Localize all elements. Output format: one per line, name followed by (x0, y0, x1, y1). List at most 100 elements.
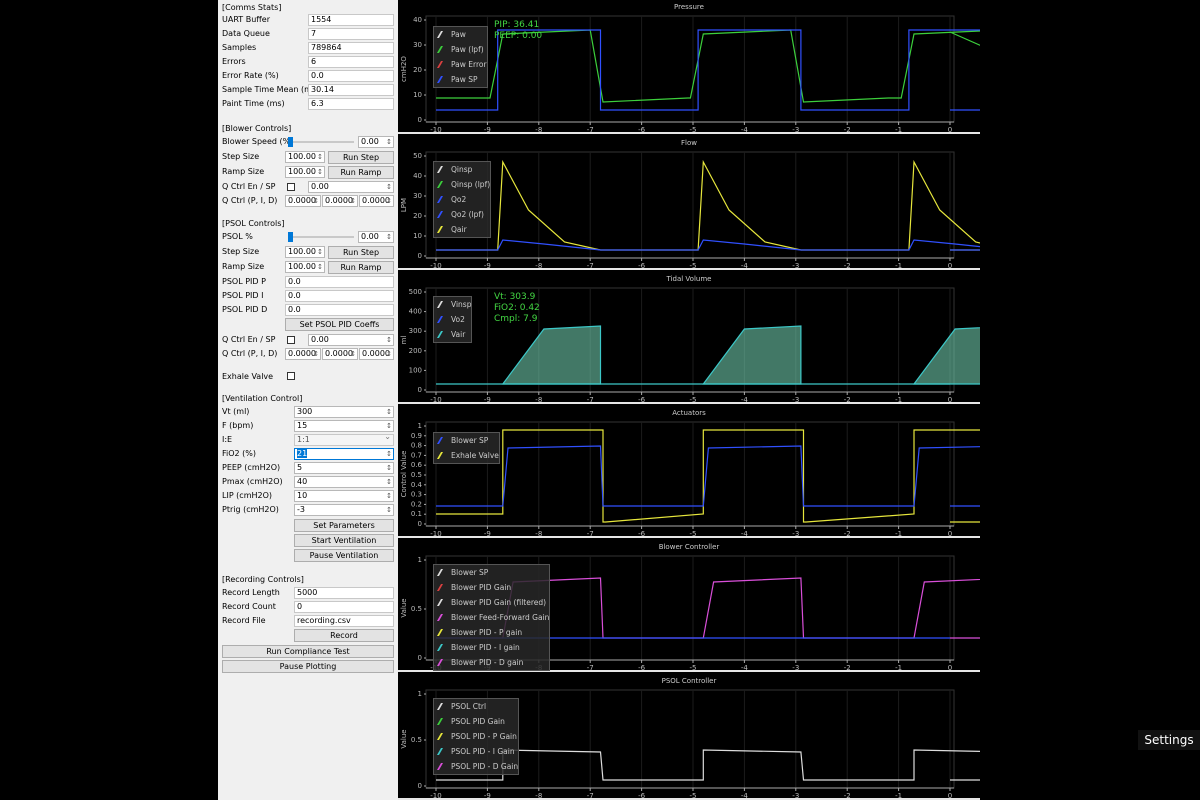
plot-tidal-volume[interactable]: Tidal Volume -10 -9 -8 -7 -6 -5 -4 -3 -2 -1 0 500 400… (398, 272, 980, 404)
legend-item: Blower SP (434, 433, 499, 448)
psol-pid-p-label: PSOL PID P (222, 277, 266, 286)
x-tick-label: -5 (690, 396, 697, 404)
plot-frame (425, 151, 955, 259)
legend-label: Qair (451, 225, 467, 234)
data-queue-field[interactable]: 7 (308, 28, 394, 40)
legend-label: Paw Error (451, 60, 487, 69)
blower-qctrl-sp-spinbox[interactable]: 0.00 (308, 181, 394, 193)
legend-swatch-icon (436, 226, 449, 233)
psol-pid-p-field[interactable]: 0.0 (285, 276, 394, 288)
record-length-field[interactable]: 5000 (294, 587, 394, 599)
run-compliance-test-button[interactable]: Run Compliance Test (222, 645, 394, 658)
psol-qctrl-sp-spinbox[interactable]: 0.00 (308, 334, 394, 346)
plot-legend: Blower SP Blower PID Gain Blower PID Gain … (433, 564, 551, 671)
psol-run-step-button[interactable]: Run Step (328, 246, 394, 259)
psol-spinbox[interactable]: 0.00 (358, 231, 394, 243)
plot-canvas[interactable]: -10 -9 -8 -7 -6 -5 -4 -3 -2 -1 010.90.80.70.60.50.… (398, 406, 980, 538)
pmax-spinbox[interactable]: 40 (294, 476, 394, 488)
y-tick-label: 10 (413, 91, 422, 99)
psol-pid-i-field[interactable]: 0.0 (285, 290, 394, 302)
set-psol-pid-coeffs-button[interactable]: Set PSOL PID Coeffs (285, 318, 394, 331)
x-tick-label: -1 (895, 262, 902, 270)
blower-step-size-spinbox[interactable]: 100.00 (285, 151, 325, 163)
plot-flow[interactable]: Flow -10 -9 -8 -7 -6 -5 -4 -3 -2 -1 0 50 40 30 20 10 0 LPM… (398, 136, 980, 270)
plot-pressure[interactable]: Pressure -10 -9 -8 -7 -6 -5 -4 -3 -2 -1 0 40 30 20 10 0 c… (398, 0, 980, 134)
blower-ramp-size-spinbox[interactable]: 100.00 (285, 166, 325, 178)
blower-qpid-p-spinbox[interactable]: 0.0000 (285, 195, 321, 207)
legend-label: Blower SP (451, 568, 489, 577)
blower-run-ramp-button[interactable]: Run Ramp (328, 166, 394, 179)
x-tick-label: -2 (844, 262, 851, 270)
lip-spinbox[interactable]: 10 (294, 490, 394, 502)
legend-swatch-icon (436, 584, 449, 591)
x-tick-label: -2 (844, 396, 851, 404)
x-tick-label: -7 (587, 126, 594, 134)
fio2-spinbox[interactable]: 21 (294, 448, 394, 460)
x-tick-label: 0 (948, 262, 952, 270)
y-axis-label: Value (400, 729, 408, 748)
paint-time-field[interactable]: 6.3 (308, 98, 394, 110)
psol-pid-d-label: PSOL PID D (222, 305, 268, 314)
blower-speed-slider-handle[interactable] (288, 137, 293, 147)
set-parameters-button[interactable]: Set Parameters (294, 519, 394, 532)
settings-button[interactable]: Settings (1138, 730, 1200, 750)
legend-swatch-icon (436, 569, 449, 576)
sample-time-label: Sample Time Mean (ms) (222, 85, 320, 94)
control-panel: [Comms Stats] UART Buffer 1554 Data Queu… (218, 0, 398, 800)
error-rate-field[interactable]: 0.0 (308, 70, 394, 82)
record-count-field[interactable]: 0 (294, 601, 394, 613)
psol-qctrl-enable-checkbox[interactable] (287, 336, 295, 344)
psol-pid-d-field[interactable]: 0.0 (285, 304, 394, 316)
blower-qpid-d-spinbox[interactable]: 0.0000 (359, 195, 394, 207)
ie-combobox[interactable]: 1:1 (294, 432, 394, 446)
legend-swatch-icon (436, 331, 449, 338)
vt-spinbox[interactable]: 300 (294, 406, 394, 418)
plot-actuators[interactable]: Actuators -10 -9 -8 -7 -6 -5 -4 -3 -2 -1 0 1 0.9 0.8 0.… (398, 406, 980, 538)
ptrig-spinbox[interactable]: -3 (294, 504, 394, 516)
ptrig-label: Ptrig (cmH2O) (222, 505, 279, 514)
pause-plotting-button[interactable]: Pause Plotting (222, 660, 394, 673)
f-spinbox[interactable]: 15 (294, 420, 394, 432)
paint-time-label: Paint Time (ms) (222, 99, 285, 108)
exhale-valve-checkbox[interactable] (287, 372, 295, 380)
legend-swatch-icon (436, 76, 449, 83)
blower-run-step-button[interactable]: Run Step (328, 151, 394, 164)
blower-speed-slider[interactable] (288, 136, 354, 148)
blower-speed-spinbox[interactable]: 0.00 (358, 136, 394, 148)
x-tick-label: -10 (430, 396, 441, 404)
psol-slider[interactable] (288, 231, 354, 243)
pause-ventilation-button[interactable]: Pause Ventilation (294, 549, 394, 562)
errors-field[interactable]: 6 (308, 56, 394, 68)
plot-blower-controller[interactable]: Blower Controller-10-9-8-7-6-5-4-3-2-101… (398, 540, 980, 672)
psol-step-size-spinbox[interactable]: 100.00 (285, 246, 325, 258)
legend-swatch-icon (436, 46, 449, 53)
x-tick-label: -5 (690, 126, 697, 134)
record-button[interactable]: Record (294, 629, 394, 642)
errors-label: Errors (222, 57, 246, 66)
x-tick-label: -7 (587, 396, 594, 404)
start-ventilation-button[interactable]: Start Ventilation (294, 534, 394, 547)
uart-buffer-field[interactable]: 1554 (308, 14, 394, 26)
psol-ramp-size-spinbox[interactable]: 100.00 (285, 261, 325, 273)
sample-time-field[interactable]: 30.14 (308, 84, 394, 96)
y-tick-label: 0.8 (411, 442, 422, 450)
ie-label: I:E (222, 435, 233, 444)
psol-slider-handle[interactable] (288, 232, 293, 242)
psol-qpid-i-spinbox[interactable]: 0.0000 (322, 348, 358, 360)
psol-qpid-p-spinbox[interactable]: 0.0000 (285, 348, 321, 360)
blower-qctrl-enable-checkbox[interactable] (287, 183, 295, 191)
y-tick-label: 0.3 (411, 491, 422, 499)
record-file-field[interactable]: recording.csv (294, 615, 394, 627)
blower-qpid-i-spinbox[interactable]: 0.0000 (322, 195, 358, 207)
psol-run-ramp-button[interactable]: Run Ramp (328, 261, 394, 274)
legend-item: Qair (434, 222, 490, 237)
samples-field[interactable]: 789864 (308, 42, 394, 54)
psol-qpid-d-spinbox[interactable]: 0.0000 (359, 348, 394, 360)
plot-psol-controller[interactable]: PSOL Controller -10 -9 -8 -7 -6 -5 -4 -3 -2 -1 0 1 0.… (398, 674, 980, 800)
x-tick-label: -7 (587, 792, 594, 800)
legend-swatch-icon (436, 211, 449, 218)
legend-item: Paw (lpf) (434, 42, 487, 57)
peep-spinbox[interactable]: 5 (294, 462, 394, 474)
legend-item: Qinsp (434, 162, 490, 177)
plot-canvas[interactable]: -10 -9 -8 -7 -6 -5 -4 -3 -2 -1 05004003002001000ml (398, 272, 980, 404)
